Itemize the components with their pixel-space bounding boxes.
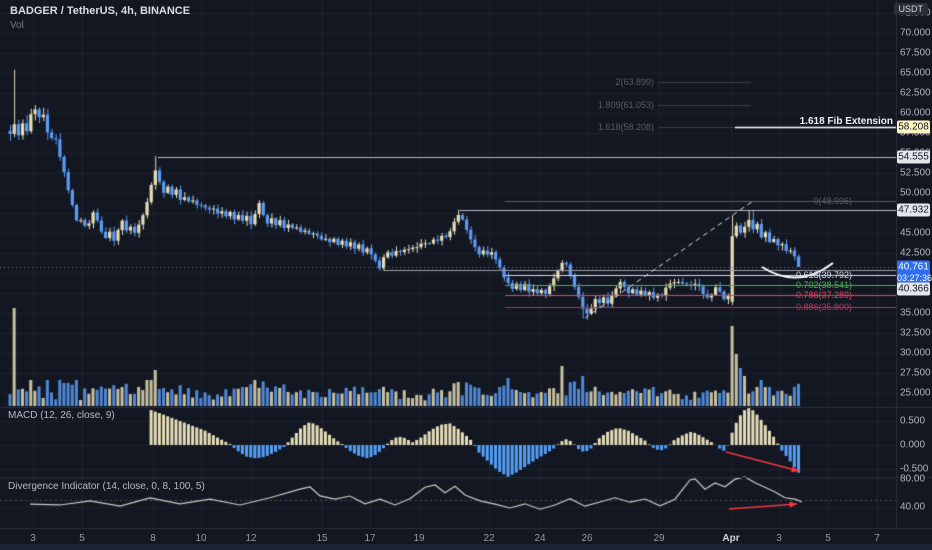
time-axis-tick[interactable]: 24 bbox=[534, 533, 545, 544]
time-axis-tick[interactable]: 12 bbox=[245, 533, 256, 544]
time-axis-tick[interactable]: 7 bbox=[874, 533, 880, 544]
time-axis-tick[interactable]: Apr bbox=[722, 533, 739, 544]
symbol-title[interactable]: BADGER / TetherUS, 4h, BINANCE bbox=[10, 5, 190, 17]
chart-canvas[interactable] bbox=[0, 0, 932, 550]
price-axis-tick[interactable]: 45.000 bbox=[900, 228, 931, 239]
chart-window: BADGER / TetherUS, 4h, BINANCE Vol MACD … bbox=[0, 0, 932, 550]
time-axis-tick[interactable]: 19 bbox=[413, 533, 424, 544]
divergence-legend[interactable]: Divergence Indicator (14, close, 0, 8, 1… bbox=[8, 481, 205, 492]
bottom-toolbar-strip bbox=[0, 544, 932, 550]
time-axis-tick[interactable]: 15 bbox=[316, 533, 327, 544]
time-axis-tick[interactable]: 22 bbox=[483, 533, 494, 544]
price-axis-tick[interactable]: 27.500 bbox=[900, 368, 931, 379]
price-axis-tick[interactable]: 35.000 bbox=[900, 308, 931, 319]
volume-legend[interactable]: Vol bbox=[10, 20, 190, 31]
fib-retracement-level-label: 0.618(39.792) bbox=[795, 269, 852, 280]
price-axis-tick[interactable]: 60.000 bbox=[900, 108, 931, 119]
price-axis-tick[interactable]: 67.500 bbox=[900, 48, 931, 59]
price-label-47.932: 47.932 bbox=[897, 203, 930, 217]
time-axis-tick[interactable]: 5 bbox=[825, 533, 831, 544]
divergence-axis-tick[interactable]: 40.00 bbox=[900, 502, 925, 513]
macd-axis-tick[interactable]: 0.500 bbox=[900, 416, 925, 427]
time-axis-tick[interactable]: 3 bbox=[776, 533, 782, 544]
divergence-axis-tick[interactable]: 80.00 bbox=[900, 474, 925, 485]
fib-extension-level-label: 1.618(58.208) bbox=[597, 122, 654, 133]
price-axis-tick[interactable]: 32.500 bbox=[900, 328, 931, 339]
time-axis-tick[interactable]: 10 bbox=[195, 533, 206, 544]
price-label-58.208: 58.208 bbox=[897, 120, 930, 134]
fib-retracement-level-label: 0.886(35.800) bbox=[795, 301, 852, 312]
price-label-54.555: 54.555 bbox=[897, 150, 930, 164]
fib-extension-level-label: 2(63.899) bbox=[615, 76, 654, 87]
fib-retracement-level-label: 0(48.996) bbox=[813, 196, 852, 207]
price-axis-tick[interactable]: 50.000 bbox=[900, 188, 931, 199]
time-axis-tick[interactable]: 5 bbox=[79, 533, 85, 544]
time-axis-tick[interactable]: 17 bbox=[364, 533, 375, 544]
price-axis-tick[interactable]: 30.000 bbox=[900, 348, 931, 359]
price-axis-tick[interactable]: 42.500 bbox=[900, 248, 931, 259]
price-label-40.366: 40.366 bbox=[897, 282, 930, 296]
fib-retracement-level-label: 0.702(38.541) bbox=[795, 279, 852, 290]
price-axis-tick[interactable]: 62.500 bbox=[900, 88, 931, 99]
currency-button[interactable]: USDT bbox=[893, 3, 928, 15]
fib-retracement-level-label: 0.786(37.289) bbox=[795, 289, 852, 300]
price-axis-tick[interactable]: 70.000 bbox=[900, 28, 931, 39]
time-axis-tick[interactable]: 3 bbox=[30, 533, 36, 544]
chart-legend: BADGER / TetherUS, 4h, BINANCE Vol bbox=[10, 5, 190, 31]
macd-axis-tick[interactable]: 0.000 bbox=[900, 440, 925, 451]
price-axis-tick[interactable]: 52.500 bbox=[900, 168, 931, 179]
fib-extension-level-label: 1.809(61.053) bbox=[597, 99, 654, 110]
price-axis-tick[interactable]: 65.000 bbox=[900, 68, 931, 79]
time-axis-tick[interactable]: 29 bbox=[653, 533, 664, 544]
fib-extension-title[interactable]: 1.618 Fib Extension bbox=[800, 116, 893, 127]
macd-legend[interactable]: MACD (12, 26, close, 9) bbox=[8, 410, 115, 421]
time-axis-tick[interactable]: 8 bbox=[150, 533, 156, 544]
time-axis-tick[interactable]: 26 bbox=[581, 533, 592, 544]
price-axis-tick[interactable]: 25.000 bbox=[900, 388, 931, 399]
